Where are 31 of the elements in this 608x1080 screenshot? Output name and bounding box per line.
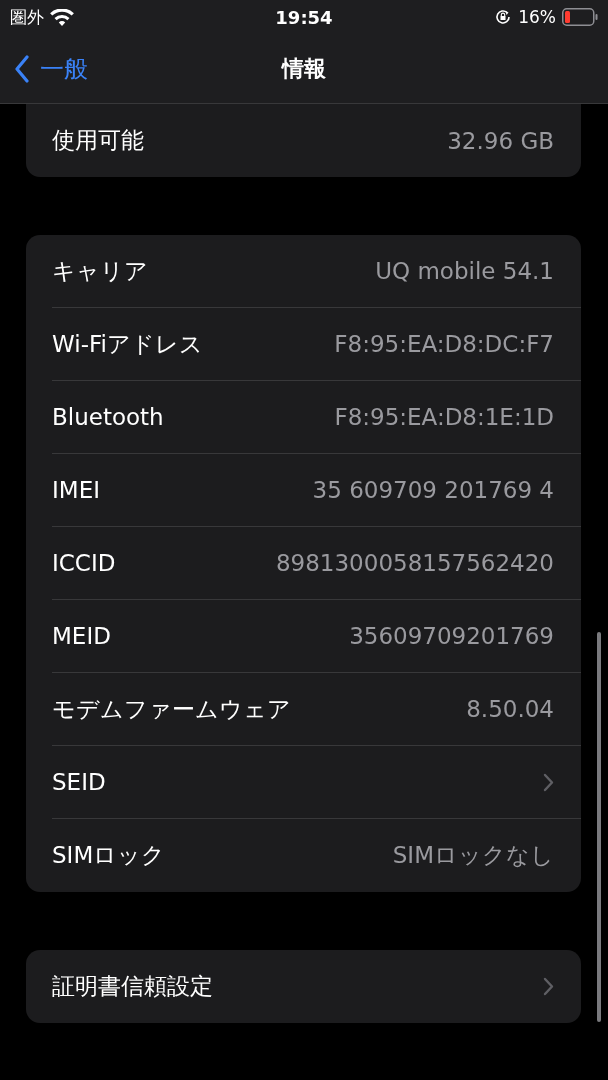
- row-label: IMEI: [52, 477, 100, 503]
- row-value: 8981300058157562420: [275, 550, 554, 576]
- back-chevron-icon: [14, 54, 30, 83]
- settings-row-link[interactable]: SEID: [52, 746, 581, 819]
- row-value: UQ mobile 54.1: [375, 258, 554, 284]
- row-value: F8:95:EA:D8:DC:F7: [334, 331, 554, 357]
- settings-row-link[interactable]: 証明書信頼設定: [52, 950, 581, 1023]
- row-value: 32.96 GB: [447, 127, 554, 154]
- row-label: MEID: [52, 623, 111, 649]
- page-title: 情報: [280, 54, 327, 83]
- row-label: ICCID: [52, 550, 116, 576]
- row-value: 35609709201769: [349, 623, 554, 649]
- carrier-text: 圏外: [10, 5, 44, 29]
- chevron-icon: [543, 977, 554, 996]
- row-label: SIMロック: [52, 841, 166, 870]
- battery-icon: [562, 8, 598, 26]
- row-label: キャリア: [52, 256, 148, 286]
- battery-percent-text: 16%: [518, 7, 556, 27]
- wifi-icon: [50, 8, 74, 26]
- row-label: Wi-Fiアドレス: [52, 329, 203, 359]
- row-value: F8:95:EA:D8:1E:1D: [334, 404, 554, 430]
- row-value: 8.50.04: [466, 696, 554, 722]
- row-value: 35 609709 201769 4: [312, 477, 554, 503]
- chevron-icon: [543, 772, 554, 792]
- row-label: モデムファームウェア: [52, 694, 291, 724]
- clock-text: 19:54: [275, 6, 333, 28]
- rotation-lock-icon: [494, 8, 513, 26]
- row-label: 使用可能: [52, 126, 144, 155]
- row-label: Bluetooth: [52, 404, 164, 430]
- row-value: SIMロックなし: [392, 841, 554, 870]
- back-button[interactable]: 一般: [14, 52, 88, 85]
